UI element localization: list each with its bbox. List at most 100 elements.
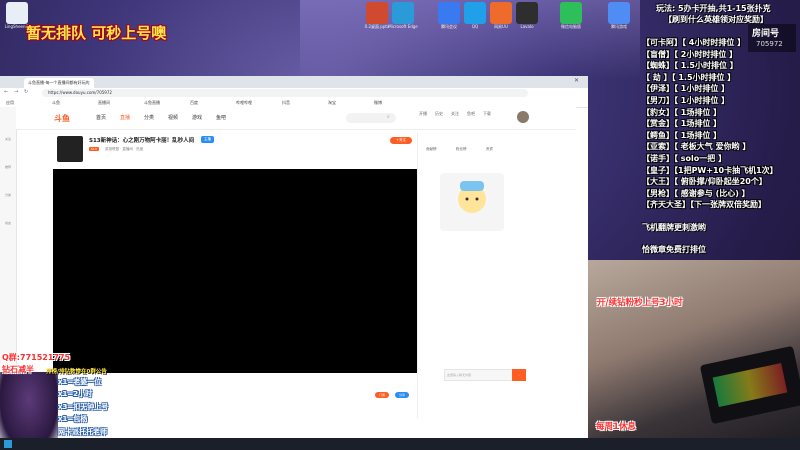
bookmark-item[interactable]: 直播间 xyxy=(98,100,110,106)
desktop-icon-label: Microsoft Edge xyxy=(388,24,418,29)
share-button[interactable]: 分享 xyxy=(395,392,409,398)
bookmark-item[interactable]: 淘宝 xyxy=(328,100,336,106)
bookmark-item[interactable]: 斗鱼 xyxy=(52,100,60,106)
bookmark-item[interactable]: 应用 xyxy=(6,100,14,106)
queue-item: x1=包杨 xyxy=(58,415,88,424)
desktop-icon[interactable]: Lavalo xyxy=(510,2,544,29)
ranking-row: 【 劫 】【 1.5小时排位 】 xyxy=(642,72,736,82)
chat-panel: 贡献榜 粉丝榜 贵宾 这里输入聊天内容 › xyxy=(417,133,528,418)
app-icon xyxy=(6,2,28,24)
browser-tab[interactable]: 斗鱼直播-每一个直播间都有好玩的 xyxy=(24,78,94,88)
tab-contribution[interactable]: 贡献榜 xyxy=(426,147,437,152)
top-icon[interactable]: 关注 xyxy=(448,111,462,117)
ranking-row: 【豹女】【 1场排位 】 xyxy=(642,107,722,117)
room-title: S13新神话：心之刚万物阿卡丽！乱秒人间 xyxy=(89,138,195,144)
nav-item[interactable]: 首页 xyxy=(96,114,106,121)
app-icon xyxy=(490,2,512,24)
ranking-extra-1: 飞机翻牌更刺激哟 xyxy=(642,223,706,232)
search-icon[interactable]: ⌕ xyxy=(387,114,390,120)
app-icon xyxy=(516,2,538,24)
back-icon[interactable]: ← xyxy=(4,89,8,95)
top-icon[interactable]: 鱼吧 xyxy=(464,111,478,117)
weekly-rest-notice: 每周1休息 xyxy=(596,422,636,432)
desktop-icon[interactable]: 微信电脑版 xyxy=(554,2,588,30)
close-icon[interactable]: ✕ xyxy=(574,77,579,84)
site-logo[interactable]: 斗鱼 xyxy=(54,113,70,124)
streamer-avatar[interactable] xyxy=(57,136,83,162)
desktop-icon-label: 微信电脑版 xyxy=(561,24,581,29)
top-icon[interactable]: 历史 xyxy=(432,111,446,117)
ranking-row: 【诺手】【 solo一把 】 xyxy=(642,154,727,163)
chat-mascot-image xyxy=(440,173,504,231)
room-number-badge: 房间号 705972 xyxy=(748,24,796,52)
user-avatar[interactable] xyxy=(517,111,529,123)
chat-send-button[interactable]: › xyxy=(512,369,526,381)
taskbar xyxy=(0,438,800,450)
nav-item[interactable]: 鱼吧 xyxy=(216,114,226,121)
ranking-row: 【蜘蛛】【 1.5小时排位 】 xyxy=(642,61,738,71)
browser-tabbar: 斗鱼直播-每一个直播间都有好玩的 ✕ xyxy=(0,76,588,88)
rail-item[interactable]: 关注 xyxy=(3,137,13,141)
rail-item[interactable]: 分类 xyxy=(3,193,13,197)
follow-button[interactable]: +关注 xyxy=(390,137,412,144)
diamond-sale-label: 钻石减半 xyxy=(2,365,34,374)
bookmark-item[interactable]: 百度 xyxy=(190,100,198,106)
forward-icon[interactable]: → xyxy=(14,89,18,95)
room-tag: 主播 xyxy=(201,136,214,143)
room-number-label: 房间号 xyxy=(752,29,780,39)
room-info: S13新神话：心之刚万物阿卡丽！乱秒人间 主播 S13 英雄联盟 · 直播间 ·… xyxy=(53,132,417,162)
tab-fans[interactable]: 粉丝榜 xyxy=(456,147,467,152)
app-icon xyxy=(366,2,388,24)
bookmark-item[interactable]: 哔哩哔哩 xyxy=(236,100,252,106)
subscribe-button[interactable]: 订阅 xyxy=(375,392,389,398)
ranking-row: 【盲僧】【 2小时时排位 】 xyxy=(642,49,738,59)
room-number: 705972 xyxy=(756,40,783,48)
room-category[interactable]: S13 xyxy=(89,147,99,151)
stream-title-overlay: 暂无排队 可秒上号噢 xyxy=(26,24,167,42)
promo-banner: 开/续钻粉秒上号3小时 xyxy=(597,298,683,308)
bookmark-item[interactable]: 微博 xyxy=(374,100,382,106)
bookmark-item[interactable]: 斗鱼直播 xyxy=(144,100,160,106)
ranking-row: 【男刀】【 1小时排位 】 xyxy=(642,96,730,105)
ranking-row: 【大王】【 俯卧撑/仰卧起坐20个】 xyxy=(642,177,767,187)
ranking-extra-2: 恰微章免费打排位 xyxy=(642,245,706,254)
nav-item[interactable]: 游戏 xyxy=(192,114,202,121)
url-input[interactable]: https://www.douyu.com/705972 xyxy=(42,89,528,97)
chat-tabs: 贡献榜 粉丝榜 贵宾 xyxy=(418,147,528,154)
desktop-icon[interactable]: 腾讯游戏 xyxy=(602,2,636,30)
refresh-icon[interactable]: ↻ xyxy=(24,89,28,95)
bookmark-item[interactable]: 抖音 xyxy=(282,100,290,106)
ranking-row: 【亚索】【 老板大气 爱你哟 】 xyxy=(642,142,751,152)
nav-item[interactable]: 分类 xyxy=(144,114,154,121)
ranking-row: 【伊泽】【 1小时排位 】 xyxy=(642,84,730,94)
qq-group-label: Q群:771521775 xyxy=(2,353,71,362)
video-player[interactable] xyxy=(53,169,417,373)
app-icon xyxy=(608,2,630,24)
nav-item[interactable]: 视频 xyxy=(168,114,178,121)
ranking-row: 【皇子】【1把PW+10卡抽飞机1次】 xyxy=(642,165,778,175)
queue-item: x1=2小时 xyxy=(58,390,93,399)
top-icon[interactable]: 下载 xyxy=(480,111,494,117)
app-icon xyxy=(392,2,414,24)
top-icon[interactable]: 开播 xyxy=(416,111,430,117)
queue-hint: 排榜/排钻数惨在0群公告 xyxy=(46,369,107,375)
ranking-row: 【鳄鱼】【 1场排位 】 xyxy=(642,130,722,140)
ranking-row: 【男枪】【 感谢参与 (比心) 】 xyxy=(642,188,750,198)
desktop-icon[interactable]: Microsoft Edge xyxy=(386,2,420,29)
rail-item[interactable]: 推荐 xyxy=(3,165,13,169)
ranking-row: 【可卡阿】【 4小时时排位 】 xyxy=(642,38,746,47)
tab-vip[interactable]: 贵宾 xyxy=(486,147,493,152)
rail-item[interactable]: 动态 xyxy=(3,221,13,225)
desktop-icon-label: Lavalo xyxy=(520,24,534,29)
start-icon[interactable] xyxy=(4,440,12,448)
room-meta: 英雄联盟 · 直播间 · 热度 xyxy=(105,147,144,151)
queue-item: x1=老婆一位 xyxy=(58,378,102,386)
chat-input[interactable]: 这里输入聊天内容 xyxy=(444,369,514,381)
nav-item[interactable]: 直播 xyxy=(120,114,130,121)
ranking-panel: 玩法: 5办卡开抽,共1-15张扑克 【刷到什么英雄领对应奖励】 房间号 705… xyxy=(640,0,800,260)
app-icon xyxy=(438,2,460,24)
ranking-row: 【齐天大圣】【下一张牌双倍奖励】 xyxy=(642,200,766,210)
queue-item: x3=扣无钟上号 xyxy=(58,402,109,411)
desktop-icon-label: 腾讯游戏 xyxy=(611,24,627,29)
app-icon xyxy=(464,2,486,24)
